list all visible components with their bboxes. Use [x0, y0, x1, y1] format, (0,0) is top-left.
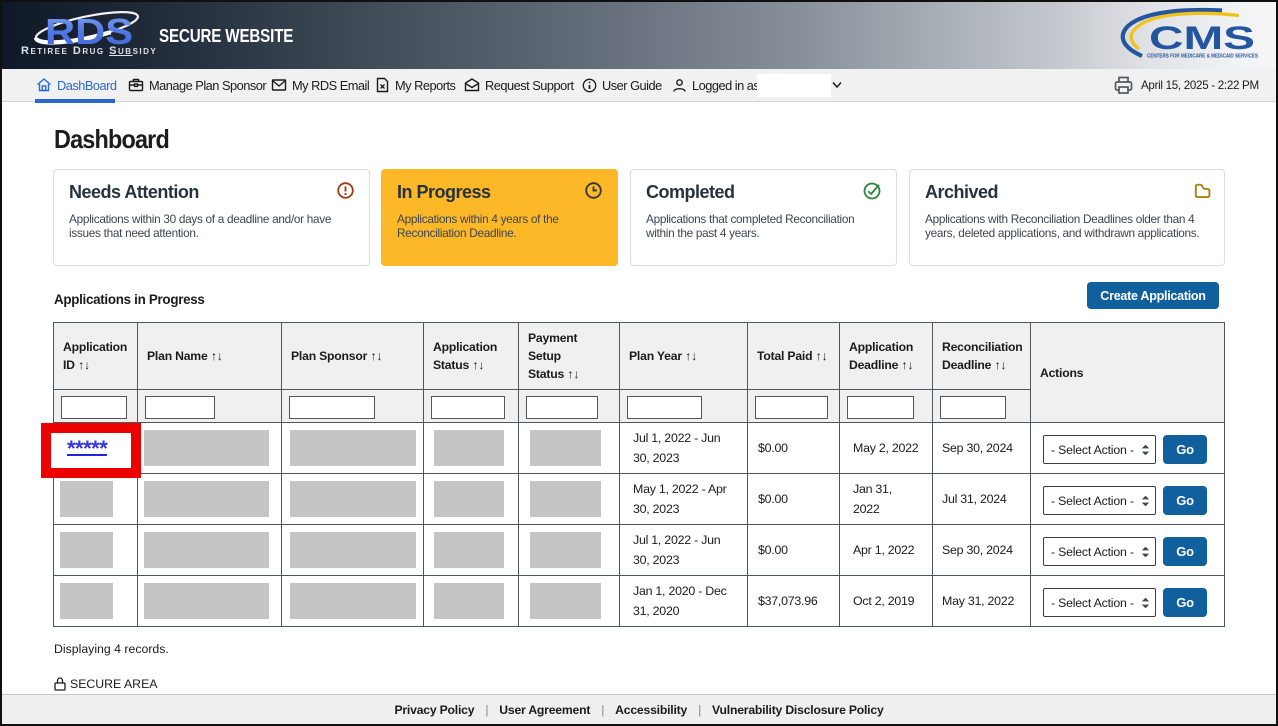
svg-text:CENTERS FOR MEDICARE & MEDICAI: CENTERS FOR MEDICARE & MEDICAID SERVICES — [1147, 54, 1258, 60]
svg-text:CMS: CMS — [1149, 20, 1255, 56]
